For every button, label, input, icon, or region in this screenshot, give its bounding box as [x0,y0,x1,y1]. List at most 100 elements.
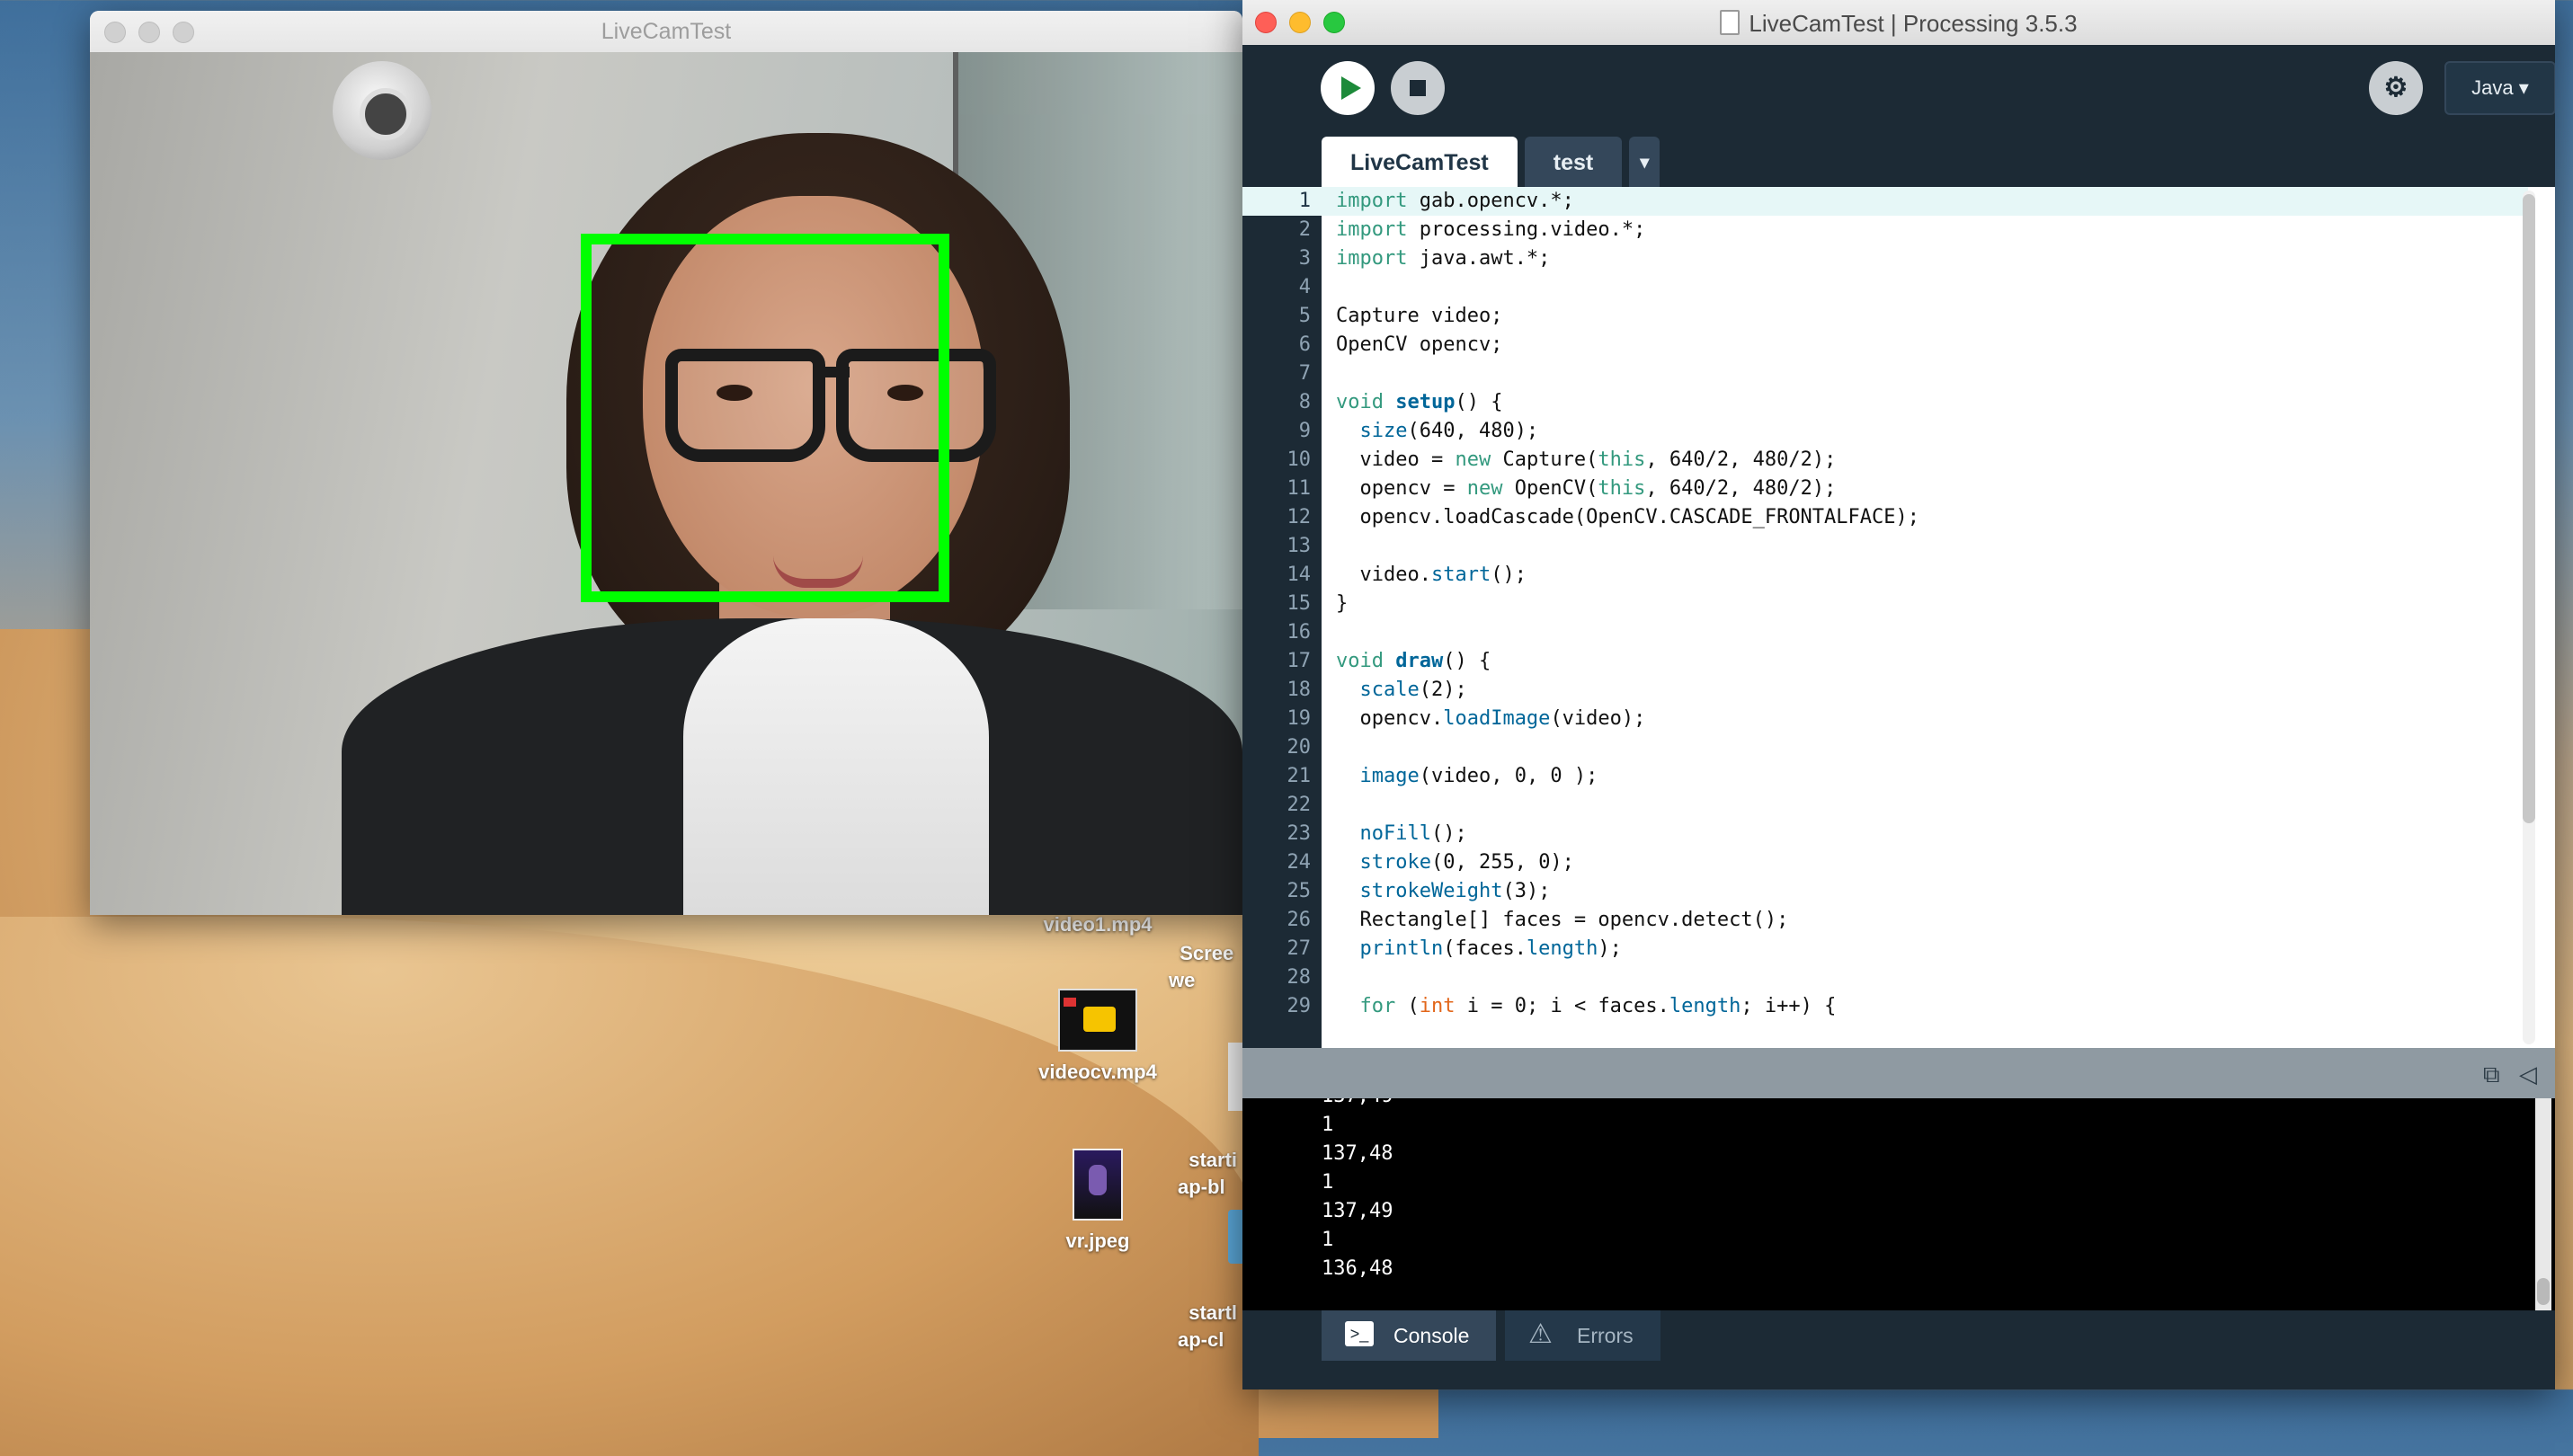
line-number: 11 [1286,477,1312,500]
console-line: 1 [1322,1171,1334,1194]
code-line[interactable]: 17 void draw() { [1242,647,2528,676]
debug-icon[interactable]: ⚙ [2369,61,2423,115]
code-line[interactable]: 27 println(faces.length); [1242,935,2528,963]
console-line: 137,49 [1242,1098,2555,1111]
code-line[interactable]: 9 size(640, 480); [1242,417,2528,446]
line-number: 2 [1298,218,1311,241]
desktop-icon-videocv[interactable]: videocv.mp4 [1021,989,1174,1084]
tab-errors[interactable]: ⚠ Errors [1505,1310,1660,1361]
zoom-button[interactable] [173,22,194,43]
console-lines: 137,49 1 137,48 1 137,49 1 136,48 [1242,1098,2555,1283]
code-line[interactable]: 1 import gab.opencv.*; [1242,187,2528,216]
sketch-window: LiveCamTest [90,11,1242,915]
line-number: 7 [1298,362,1311,385]
line-number: 15 [1286,592,1312,615]
code-line[interactable]: 26 Rectangle[] faces = opencv.detect(); [1242,906,2528,935]
desktop-icon-starter-cl[interactable]: startl ap-cl [1178,1156,1250,1354]
line-number: 17 [1286,650,1312,672]
code-text: Rectangle[] faces = opencv.detect(); [1336,909,1789,931]
desktop-icon-label: video1.mp4 [1043,913,1153,936]
code-text: strokeWeight(3); [1359,880,1551,902]
ide-window-title: LiveCamTest | Processing 3.5.3 [1749,10,2078,37]
line-number: 8 [1298,391,1311,413]
code-text: import processing.video.*; [1336,218,1646,241]
code-text: import gab.opencv.*; [1336,190,1574,212]
code-line[interactable]: 16 [1242,618,2528,647]
line-number: 14 [1286,564,1312,586]
code-line[interactable]: 20 [1242,733,2528,762]
line-number: 1 [1242,187,1322,216]
code-text: opencv.loadImage(video); [1336,707,1646,730]
tab-errors-label: Errors [1577,1324,1634,1347]
code-text: Capture video; [1336,305,1503,327]
minimize-button[interactable] [1289,12,1311,33]
ide-titlebar[interactable]: LiveCamTest | Processing 3.5.3 [1242,0,2555,45]
tab-test[interactable]: test [1524,137,1623,187]
image-thumbnail-icon [1073,1149,1123,1221]
sketch-window-titlebar[interactable]: LiveCamTest [90,11,1242,52]
code-line[interactable]: 13 [1242,532,2528,561]
tab-console[interactable]: >_ Console [1322,1310,1497,1361]
code-line[interactable]: 14 video.start(); [1242,561,2528,590]
code-editor[interactable]: 1 import gab.opencv.*; 2 import processing.… [1242,187,2555,1048]
code-line[interactable]: 5 Capture video; [1242,302,2528,331]
code-line[interactable]: 11 opencv = new OpenCV(this, 640/2, 480/… [1242,475,2528,503]
code-line[interactable]: 19 opencv.loadImage(video); [1242,705,2528,733]
code-line[interactable]: 21 image(video, 0, 0 ); [1242,762,2528,791]
processing-ide-window: LiveCamTest | Processing 3.5.3 ⚙ Java ▾ … [1242,0,2555,1389]
run-button[interactable] [1321,61,1375,115]
collapse-icon[interactable]: ◁ [2519,1061,2537,1088]
line-number: 13 [1286,535,1312,557]
code-line[interactable]: 22 [1242,791,2528,820]
code-line[interactable]: 10 video = new Capture(this, 640/2, 480/… [1242,446,2528,475]
line-number: 10 [1286,448,1312,471]
desktop-icon-video1[interactable]: video1.mp4 [1021,913,1174,937]
status-bar: ⧉ ◁ [1242,1048,2555,1098]
stop-button[interactable] [1391,61,1445,115]
video-thumbnail-icon [1058,989,1137,1052]
code-line[interactable]: 28 [1242,963,2528,992]
code-line[interactable]: 25 strokeWeight(3); [1242,877,2528,906]
line-number: 16 [1286,621,1312,644]
minimize-button[interactable] [138,22,160,43]
tab-livecamtest[interactable]: LiveCamTest [1322,137,1518,187]
zoom-button[interactable] [1323,12,1345,33]
editor-scrollbar-thumb[interactable] [2523,194,2535,823]
console-scrollbar-thumb[interactable] [2537,1278,2550,1305]
code-line[interactable]: 12 opencv.loadCascade(OpenCV.CASCADE_FRO… [1242,503,2528,532]
mode-selector[interactable]: Java ▾ [2444,61,2555,115]
desktop-icon-vr-jpeg[interactable]: vr.jpeg [1021,1149,1174,1253]
bottom-tab-bar: >_ Console ⚠ Errors [1242,1310,2555,1389]
console-line: 136,48 [1322,1257,1393,1280]
console-line: 137,48 [1322,1142,1393,1165]
code-lines[interactable]: 1 import gab.opencv.*; 2 import processing.… [1242,187,2528,1021]
code-line[interactable]: 7 [1242,360,2528,388]
copy-icon[interactable]: ⧉ [2483,1061,2500,1089]
console-line: 1 [1322,1114,1334,1136]
close-button[interactable] [104,22,126,43]
code-line[interactable]: 2 import processing.video.*; [1242,216,2528,244]
code-line[interactable]: 8 void setup() { [1242,388,2528,417]
code-text: stroke(0, 255, 0); [1359,851,1574,874]
code-line[interactable]: 4 [1242,273,2528,302]
editor-tabs: LiveCamTest test ▾ [1322,137,1660,187]
code-text: noFill(); [1359,822,1467,845]
thermostat-center [360,88,412,140]
close-button[interactable] [1255,12,1277,33]
code-line[interactable]: 18 scale(2); [1242,676,2528,705]
code-line[interactable]: 6 OpenCV opencv; [1242,331,2528,360]
desktop-icon-screenshot[interactable]: Scree we [1169,913,1250,994]
desktop-icon-label: Scree we [1169,942,1234,991]
code-line[interactable]: 29 for (int i = 0; i < faces.length; i++… [1242,992,2528,1021]
tab-menu-button[interactable]: ▾ [1629,137,1660,187]
code-line[interactable]: 23 noFill(); [1242,820,2528,848]
code-text: println(faces.length); [1359,937,1622,960]
code-line[interactable]: 15} [1242,590,2528,618]
code-line[interactable]: 3 import java.awt.*; [1242,244,2528,273]
line-number: 5 [1298,305,1311,327]
console-output[interactable]: 137,49 1 137,48 1 137,49 1 136,48 [1242,1098,2555,1310]
code-line[interactable]: 24 stroke(0, 255, 0); [1242,848,2528,877]
